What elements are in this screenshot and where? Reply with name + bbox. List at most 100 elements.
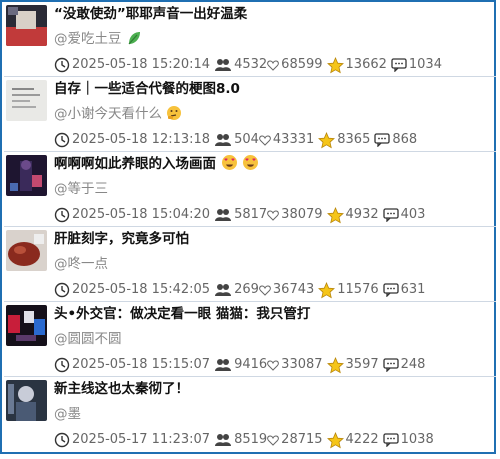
people-icon bbox=[215, 134, 232, 146]
star-icon[interactable] bbox=[326, 431, 344, 449]
like-count: 38079 bbox=[281, 207, 323, 222]
view-count: 5817 bbox=[234, 207, 268, 222]
star-count: 11576 bbox=[337, 282, 379, 297]
thumbnail-image bbox=[6, 155, 47, 196]
thumbnail-image bbox=[6, 230, 47, 271]
list-item[interactable]: 自存｜一些适合代餐的梗图8.0 @小谢今天看什么 2025-05-18 12:1… bbox=[4, 77, 496, 152]
view-count: 504 bbox=[234, 132, 259, 147]
heart-eyes-icon bbox=[221, 155, 237, 170]
post-thumbnail[interactable] bbox=[6, 230, 47, 271]
author-name: @爱吃土豆 bbox=[54, 31, 122, 47]
post-author[interactable]: @墨 bbox=[54, 403, 81, 425]
star-count: 3597 bbox=[345, 357, 379, 372]
star-count: 13662 bbox=[345, 57, 387, 72]
comment-count: 1038 bbox=[400, 432, 434, 447]
heart-icon[interactable] bbox=[259, 284, 271, 296]
star-icon[interactable] bbox=[326, 206, 344, 224]
post-author[interactable]: @圆圆不圆 bbox=[54, 328, 122, 350]
thumbnail-image bbox=[6, 80, 47, 121]
author-name: @小谢今天看什么 bbox=[54, 106, 162, 122]
people-icon bbox=[215, 434, 232, 446]
like-count: 36743 bbox=[272, 282, 315, 297]
star-count: 8365 bbox=[337, 132, 371, 147]
leaf-icon bbox=[128, 32, 140, 45]
post-title-text: 啊啊啊如此养眼的入场画面 bbox=[54, 156, 216, 172]
like-count: 33087 bbox=[281, 357, 323, 372]
post-title[interactable]: 自存｜一些适合代餐的梗图8.0 bbox=[54, 77, 240, 101]
clock-icon bbox=[54, 132, 70, 148]
view-count: 4532 bbox=[234, 57, 268, 72]
comment-icon[interactable] bbox=[382, 283, 399, 297]
list-item[interactable]: 啊啊啊如此养眼的入场画面 @等于三 2025-05-18 15:04:20 58… bbox=[4, 152, 496, 227]
post-time: 2025-05-18 12:13:18 bbox=[72, 132, 211, 147]
post-thumbnail[interactable] bbox=[6, 80, 47, 121]
post-title[interactable]: 啊啊啊如此养眼的入场画面 bbox=[54, 152, 259, 176]
list-item[interactable]: 头•外交官：做决定看一眼 猫猫：我只管打 @圆圆不圆 2025-05-18 15… bbox=[4, 302, 496, 377]
post-thumbnail[interactable] bbox=[6, 380, 47, 421]
list-item[interactable]: 新主线这也太秦彻了！ @墨 2025-05-17 11:23:07 8519 2… bbox=[4, 377, 496, 452]
people-icon bbox=[215, 359, 232, 371]
thumbnail-image bbox=[6, 305, 47, 346]
post-list: “没敢使劲”耶耶声音一出好温柔 @爱吃土豆 2025-05-18 15:20:1… bbox=[0, 0, 496, 454]
post-time: 2025-05-17 11:23:07 bbox=[72, 432, 211, 447]
like-count: 43331 bbox=[272, 132, 315, 147]
clock-icon bbox=[54, 57, 70, 73]
comment-icon[interactable] bbox=[382, 433, 399, 447]
comment-count: 403 bbox=[400, 207, 426, 222]
post-author[interactable]: @咚一点 bbox=[54, 253, 108, 275]
thumbnail-image bbox=[6, 5, 47, 46]
post-meta: 2025-05-18 15:04:20 5817 38079 4932 403 bbox=[54, 204, 425, 226]
comment-count: 868 bbox=[392, 132, 418, 147]
heart-icon[interactable] bbox=[267, 59, 280, 71]
post-time: 2025-05-18 15:04:20 bbox=[72, 207, 211, 222]
comment-icon[interactable] bbox=[391, 58, 407, 72]
post-meta: 2025-05-17 11:23:07 8519 28715 4222 1038 bbox=[54, 429, 434, 451]
list-item[interactable]: 肝脏刻字，究竟多可怕 @咚一点 2025-05-18 15:42:05 269 … bbox=[4, 227, 496, 302]
comment-icon[interactable] bbox=[382, 358, 399, 372]
post-thumbnail[interactable] bbox=[6, 305, 47, 346]
post-meta: 2025-05-18 15:42:05 269 36743 11576 631 bbox=[54, 279, 425, 301]
heart-icon[interactable] bbox=[267, 209, 280, 221]
people-icon bbox=[215, 209, 232, 221]
like-count: 68599 bbox=[281, 57, 323, 72]
post-thumbnail[interactable] bbox=[6, 5, 47, 46]
post-time: 2025-05-18 15:42:05 bbox=[72, 282, 211, 297]
clock-icon bbox=[54, 282, 70, 298]
heart-icon[interactable] bbox=[267, 434, 280, 446]
post-time: 2025-05-18 15:15:07 bbox=[72, 357, 211, 372]
post-author[interactable]: @等于三 bbox=[54, 178, 108, 200]
post-title[interactable]: 新主线这也太秦彻了！ bbox=[54, 377, 189, 401]
heart-icon[interactable] bbox=[259, 134, 271, 146]
list-item[interactable]: “没敢使劲”耶耶声音一出好温柔 @爱吃土豆 2025-05-18 15:20:1… bbox=[4, 2, 496, 77]
comment-count: 631 bbox=[400, 282, 426, 297]
comment-count: 248 bbox=[400, 357, 426, 372]
clock-icon bbox=[54, 207, 70, 223]
post-title[interactable]: 肝脏刻字，究竟多可怕 bbox=[54, 227, 189, 251]
clock-icon bbox=[54, 432, 70, 448]
post-meta: 2025-05-18 15:20:14 4532 68599 13662 103… bbox=[54, 54, 442, 76]
heart-eyes-icon bbox=[243, 155, 259, 170]
heart-icon[interactable] bbox=[267, 359, 280, 371]
post-author[interactable]: @爱吃土豆 bbox=[54, 28, 142, 50]
star-count: 4222 bbox=[345, 432, 379, 447]
clock-icon bbox=[54, 357, 70, 373]
post-meta: 2025-05-18 15:15:07 9416 33087 3597 248 bbox=[54, 354, 425, 376]
thinking-face-icon bbox=[167, 106, 182, 120]
post-meta: 2025-05-18 12:13:18 504 43331 8365 868 bbox=[54, 129, 417, 151]
post-time: 2025-05-18 15:20:14 bbox=[72, 57, 211, 72]
view-count: 8519 bbox=[234, 432, 268, 447]
post-title[interactable]: 头•外交官：做决定看一眼 猫猫：我只管打 bbox=[54, 302, 310, 326]
people-icon bbox=[215, 59, 232, 71]
star-icon[interactable] bbox=[318, 281, 336, 299]
post-title[interactable]: “没敢使劲”耶耶声音一出好温柔 bbox=[54, 2, 247, 26]
post-thumbnail[interactable] bbox=[6, 155, 47, 196]
star-count: 4932 bbox=[345, 207, 379, 222]
star-icon[interactable] bbox=[326, 356, 344, 374]
comment-icon[interactable] bbox=[382, 208, 399, 222]
like-count: 28715 bbox=[281, 432, 323, 447]
comment-count: 1034 bbox=[408, 57, 442, 72]
star-icon[interactable] bbox=[318, 131, 336, 149]
star-icon[interactable] bbox=[326, 56, 344, 74]
comment-icon[interactable] bbox=[374, 133, 391, 147]
post-author[interactable]: @小谢今天看什么 bbox=[54, 103, 182, 125]
